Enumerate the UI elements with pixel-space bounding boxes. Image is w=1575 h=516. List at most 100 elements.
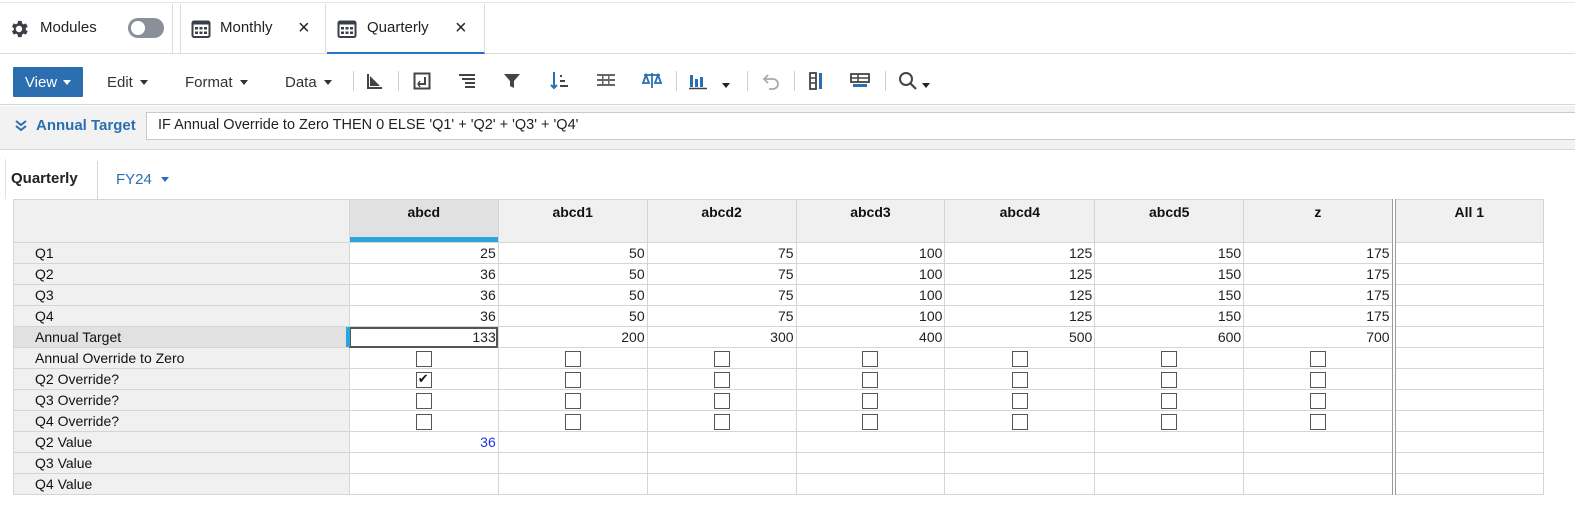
grid-cell[interactable]: 500	[944, 326, 1096, 348]
grid-cell[interactable]: 133	[348, 326, 499, 348]
grid-cell[interactable]	[646, 452, 797, 474]
checkbox-checked[interactable]	[415, 371, 432, 388]
grid-cell[interactable]	[348, 473, 499, 495]
grid-cell[interactable]	[497, 431, 648, 453]
checkbox-cell[interactable]	[795, 347, 946, 369]
column-header[interactable]: abcd5	[1094, 199, 1245, 243]
checkbox-cell[interactable]	[1243, 389, 1395, 411]
grid-cell[interactable]	[497, 473, 648, 495]
checkbox-cell[interactable]	[1243, 368, 1395, 390]
checkbox-cell[interactable]	[497, 347, 648, 369]
column-header[interactable]: abcd2	[646, 199, 797, 243]
chart-icon[interactable]	[686, 69, 710, 93]
grid-cell[interactable]: 75	[646, 305, 797, 327]
grid-cell[interactable]	[1243, 452, 1395, 474]
checkbox-cell[interactable]	[348, 368, 499, 390]
row-header[interactable]: Q4 Value	[13, 473, 350, 495]
row-header[interactable]: Q3 Override?	[13, 389, 350, 411]
grid-cell[interactable]: 75	[646, 284, 797, 306]
row-header[interactable]: Q3 Value	[13, 452, 350, 474]
grid-cell[interactable]: 125	[944, 305, 1096, 327]
formula-input[interactable]: IF Annual Override to Zero THEN 0 ELSE '…	[146, 112, 1575, 140]
tab-quarterly[interactable]: Quarterly ×	[327, 4, 485, 54]
grid-cell[interactable]: 36	[348, 263, 499, 285]
grid-cell[interactable]	[1391, 431, 1544, 453]
tab-modules[interactable]: Modules	[0, 4, 173, 54]
grid-cell[interactable]: 36	[348, 431, 499, 453]
period-dropdown[interactable]: FY24	[116, 171, 169, 188]
grid-cell[interactable]: 50	[497, 263, 648, 285]
checkbox[interactable]	[415, 392, 432, 409]
checkbox[interactable]	[564, 371, 581, 388]
grid-cell[interactable]	[646, 431, 797, 453]
column-header[interactable]: abcd	[348, 199, 499, 243]
grid-cell[interactable]	[1391, 242, 1544, 264]
checkbox-cell[interactable]	[1243, 347, 1395, 369]
checkbox[interactable]	[713, 350, 730, 367]
column-header[interactable]: abcd1	[497, 199, 648, 243]
grid-cell[interactable]: 175	[1243, 305, 1395, 327]
grid-cell[interactable]: 150	[1094, 242, 1245, 264]
checkbox-cell[interactable]	[1391, 347, 1544, 369]
checkbox[interactable]	[1309, 350, 1326, 367]
modules-toggle[interactable]	[128, 18, 164, 38]
checkbox[interactable]	[1309, 413, 1326, 430]
grid-cell[interactable]: 100	[795, 284, 946, 306]
grid-cell[interactable]: 175	[1243, 242, 1395, 264]
checkbox-cell[interactable]	[497, 389, 648, 411]
checkbox[interactable]	[1161, 392, 1178, 409]
grid-cell[interactable]: 100	[795, 305, 946, 327]
row-header[interactable]: Annual Target	[13, 326, 351, 348]
format-menu-button[interactable]: Format	[185, 67, 248, 97]
grid-icon[interactable]	[594, 69, 618, 93]
formula-line-item[interactable]: Annual Target	[14, 117, 136, 134]
checkbox[interactable]	[1309, 371, 1326, 388]
insert-icon[interactable]	[410, 69, 434, 93]
grid-cell[interactable]	[1391, 305, 1544, 327]
checkbox-cell[interactable]	[646, 410, 797, 432]
checkbox-cell[interactable]	[1094, 389, 1245, 411]
grid-cell[interactable]	[646, 473, 797, 495]
row-header[interactable]: Annual Override to Zero	[13, 347, 350, 369]
column-header[interactable]: abcd3	[795, 199, 946, 243]
filter-icon[interactable]	[500, 69, 524, 93]
chevron-down-icon[interactable]	[922, 83, 930, 88]
grid-cell[interactable]: 150	[1094, 263, 1245, 285]
checkbox-cell[interactable]	[795, 368, 946, 390]
grid-cell[interactable]: 400	[795, 326, 946, 348]
column-header[interactable]: z	[1243, 199, 1395, 243]
checkbox[interactable]	[1011, 413, 1028, 430]
row-header[interactable]: Q4 Override?	[13, 410, 350, 432]
pivot-icon[interactable]	[363, 69, 387, 93]
grid-cell[interactable]	[795, 473, 946, 495]
checkbox[interactable]	[862, 392, 879, 409]
checkbox-cell[interactable]	[1391, 410, 1544, 432]
checkbox-cell[interactable]	[795, 389, 946, 411]
grid-cell[interactable]: 150	[1094, 284, 1245, 306]
close-icon[interactable]: ×	[455, 18, 467, 38]
row-header[interactable]: Q1	[13, 242, 350, 264]
column-header[interactable]: abcd4	[944, 199, 1096, 243]
grid-cell[interactable]	[795, 431, 946, 453]
search-icon[interactable]	[896, 69, 920, 93]
chevron-down-icon[interactable]	[722, 83, 730, 88]
checkbox[interactable]	[862, 350, 879, 367]
columns-icon[interactable]	[805, 69, 829, 93]
checkbox[interactable]	[1309, 392, 1326, 409]
sort-icon[interactable]	[547, 69, 571, 93]
checkbox-cell[interactable]	[1094, 368, 1245, 390]
data-menu-button[interactable]: Data	[285, 67, 332, 97]
checkbox[interactable]	[564, 350, 581, 367]
grid-cell[interactable]: 36	[348, 305, 499, 327]
grid-cell[interactable]	[1243, 431, 1395, 453]
row-header[interactable]: Q2	[13, 263, 350, 285]
checkbox-cell[interactable]	[944, 410, 1096, 432]
grid-cell[interactable]	[944, 452, 1096, 474]
grid-cell[interactable]	[1094, 473, 1245, 495]
checkbox[interactable]	[862, 371, 879, 388]
checkbox[interactable]	[1011, 371, 1028, 388]
grid-cell[interactable]	[1391, 326, 1544, 348]
checkbox[interactable]	[713, 392, 730, 409]
grid-cell[interactable]: 175	[1243, 263, 1395, 285]
grid-cell[interactable]: 125	[944, 284, 1096, 306]
